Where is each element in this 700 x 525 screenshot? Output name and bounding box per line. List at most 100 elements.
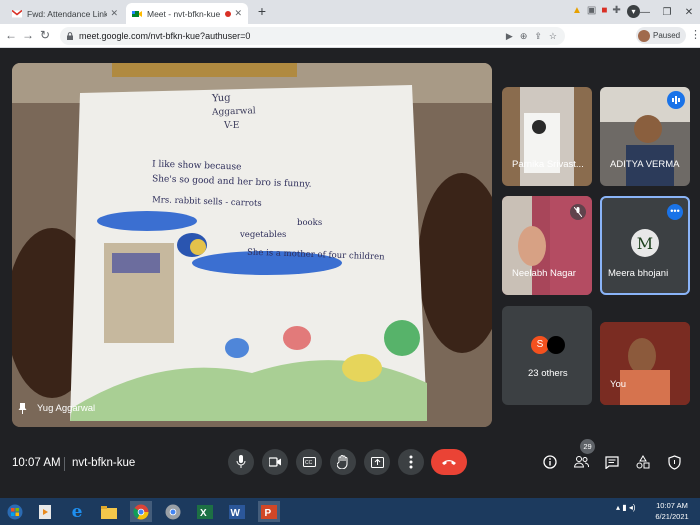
browser-toolbar: ← → ↻ meet.google.com/nvt-bfkn-kue?authu…: [0, 24, 700, 48]
svg-text:P: P: [265, 508, 272, 519]
zoom-icon[interactable]: ⊕: [520, 31, 528, 42]
participant-tile[interactable]: Parnika Srivast...: [502, 87, 592, 186]
clock-date: 6/21/2021: [655, 512, 689, 521]
close-tab-icon[interactable]: ✕: [234, 8, 242, 19]
meet-icon: [132, 10, 142, 17]
shield-icon: [667, 454, 681, 470]
window-controls: — ❐ ✕: [634, 0, 700, 24]
meeting-code: nvt-bfkn-kue: [72, 457, 136, 469]
restore-icon[interactable]: ❐: [656, 7, 678, 18]
browser-menu-icon[interactable]: ⋮: [690, 28, 700, 41]
file-explorer-icon: [101, 505, 117, 519]
more-options-icon[interactable]: •••: [667, 204, 683, 220]
forward-icon[interactable]: →: [21, 28, 35, 42]
avatar: [638, 29, 650, 42]
main-video[interactable]: Yug Aggarwal V-E I like show because She…: [12, 63, 492, 427]
word-icon: W: [229, 504, 245, 519]
more-options-button[interactable]: [398, 449, 424, 475]
camera-in-use-icon[interactable]: ▶: [506, 31, 513, 42]
minimize-icon[interactable]: —: [634, 7, 656, 18]
self-tile[interactable]: You: [600, 322, 690, 405]
people-button[interactable]: [571, 452, 591, 472]
reload-icon[interactable]: ↻: [38, 28, 52, 42]
drawing-line: books: [297, 218, 323, 228]
clock-time: 10:07 AM: [656, 501, 688, 510]
taskbar-app[interactable]: [130, 501, 152, 522]
taskbar-app[interactable]: X: [194, 501, 216, 522]
camera-button[interactable]: [262, 449, 288, 475]
divider: [64, 457, 65, 471]
speaker-name: Yug Aggarwal: [37, 403, 96, 414]
new-tab-button[interactable]: +: [254, 4, 270, 20]
participant-tile[interactable]: ADITYA VERMA: [600, 87, 690, 186]
back-icon[interactable]: ←: [4, 28, 18, 42]
bookmark-star-icon[interactable]: ☆: [549, 31, 557, 42]
microphone-icon: [236, 455, 246, 468]
extension-icon[interactable]: ▣: [587, 5, 596, 16]
meeting-time: 10:07 AM: [12, 457, 61, 469]
participant-tile[interactable]: Neelabh Nagar: [502, 196, 592, 295]
tab-meet[interactable]: Meet - nvt-bfkn-kue ✕: [126, 3, 248, 24]
speaker-name-tag: Yug Aggarwal: [18, 403, 95, 414]
tab-title: Meet - nvt-bfkn-kue: [147, 8, 221, 19]
camera-icon: [268, 457, 281, 467]
tab-gmail[interactable]: Fwd: Attendance Link for III - IV ✕: [6, 3, 124, 24]
taskbar-app[interactable]: [162, 501, 184, 522]
participant-name: You: [610, 379, 627, 390]
meeting-details-button[interactable]: [540, 452, 560, 472]
chat-icon: [605, 455, 619, 469]
video-frame: [12, 63, 492, 427]
info-icon: [543, 455, 557, 469]
others-count: 23 others: [528, 368, 568, 379]
media-player-icon: [39, 504, 51, 519]
host-controls-button[interactable]: [664, 452, 684, 472]
close-tab-icon[interactable]: ✕: [110, 8, 118, 19]
speaking-indicator-icon: [667, 91, 685, 109]
chat-button[interactable]: [602, 452, 622, 472]
taskbar-app[interactable]: P: [258, 501, 280, 522]
internet-explorer-icon: e: [71, 501, 83, 522]
present-button[interactable]: [364, 449, 390, 475]
others-tile[interactable]: S 23 others: [502, 306, 592, 405]
taskbar-app[interactable]: W: [226, 501, 248, 522]
tab-title: Fwd: Attendance Link for III - IV: [27, 8, 108, 19]
puzzle-icon[interactable]: ✚: [612, 5, 620, 16]
profile-button[interactable]: Paused: [636, 27, 687, 44]
taskbar-app[interactable]: [34, 501, 56, 522]
extension-icon[interactable]: ■: [601, 5, 607, 16]
pin-icon: [18, 403, 27, 414]
system-tray-icons[interactable]: ▴ ▮ ◂): [616, 503, 636, 512]
captions-button[interactable]: CC: [296, 449, 322, 475]
participant-name: Meera bhojani: [608, 268, 669, 279]
participant-name: Neelabh Nagar: [512, 268, 576, 279]
drawing-name: Yug: [211, 92, 231, 105]
address-bar[interactable]: meet.google.com/nvt-bfkn-kue?authuser=0 …: [60, 27, 565, 45]
chrome-icon: [165, 504, 181, 519]
more-vert-icon: [409, 455, 413, 469]
drawing-class: V-E: [224, 121, 240, 131]
participant-tile[interactable]: M ••• Meera bhojani: [600, 196, 690, 295]
profile-status: Paused: [653, 31, 681, 40]
taskbar-app[interactable]: e: [66, 501, 88, 522]
chrome-icon: [133, 504, 149, 519]
lock-icon: [67, 32, 73, 40]
windows-taskbar: e X W P ▴ ▮ ◂) 10:07 AM 6/21/2021: [0, 498, 700, 525]
present-icon: [370, 456, 384, 468]
svg-text:X: X: [200, 508, 207, 519]
share-icon[interactable]: ⇪: [534, 31, 542, 42]
microphone-button[interactable]: [228, 449, 254, 475]
taskbar-app[interactable]: [98, 501, 120, 522]
drawing-surname: Aggarwal: [211, 106, 256, 118]
participant-name: ADITYA VERMA: [610, 159, 680, 170]
windows-start-icon: [7, 504, 23, 519]
leave-call-button[interactable]: [431, 449, 467, 475]
svg-text:W: W: [231, 508, 241, 519]
svg-text:CC: CC: [305, 460, 313, 466]
raise-hand-button[interactable]: [330, 449, 356, 475]
start-button[interactable]: [4, 501, 26, 522]
extension-icon[interactable]: ▲: [572, 5, 582, 16]
system-clock[interactable]: 10:07 AM 6/21/2021: [650, 500, 694, 522]
participant-video: [520, 87, 574, 186]
close-window-icon[interactable]: ✕: [678, 7, 700, 18]
activities-button[interactable]: [633, 452, 653, 472]
